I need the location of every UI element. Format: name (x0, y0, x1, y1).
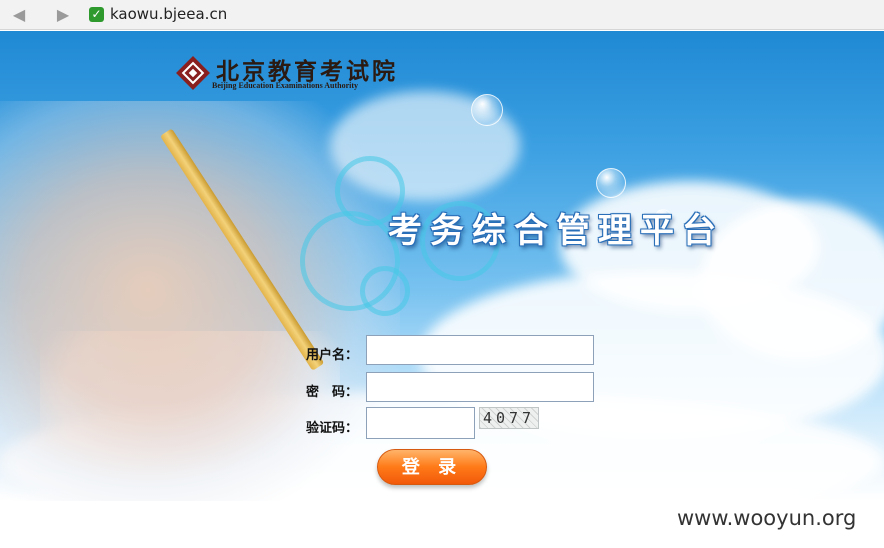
bubble-decoration (596, 168, 626, 198)
captcha-label: 验证码： (306, 421, 359, 436)
captcha-input[interactable] (366, 407, 475, 439)
username-label: 用户名： (306, 348, 359, 363)
organization-logo: 北京教育考试院 Beijing Education Examinations A… (176, 52, 436, 96)
login-button[interactable]: 登 录 (377, 449, 487, 485)
browser-toolbar: ◀ ▶ ✓ kaowu.bjeea.cn (0, 0, 884, 30)
address-bar[interactable]: kaowu.bjeea.cn (110, 5, 227, 23)
captcha-image[interactable]: 4077 (479, 407, 539, 429)
checkmark-icon: ✓ (89, 7, 104, 22)
password-input[interactable] (366, 372, 594, 402)
back-arrow-icon[interactable]: ◀ (10, 6, 28, 24)
ring-decoration (360, 266, 410, 316)
bubble-decoration (471, 94, 503, 126)
organization-name-en: Beijing Education Examinations Authority (212, 81, 359, 90)
forward-arrow-icon[interactable]: ▶ (54, 6, 72, 24)
username-input[interactable] (366, 335, 594, 365)
password-label: 密 码： (306, 385, 359, 400)
watermark-text: www.wooyun.org (677, 506, 857, 530)
logo-mark-icon (176, 56, 210, 90)
page-title: 考务综合管理平台 (388, 211, 724, 251)
